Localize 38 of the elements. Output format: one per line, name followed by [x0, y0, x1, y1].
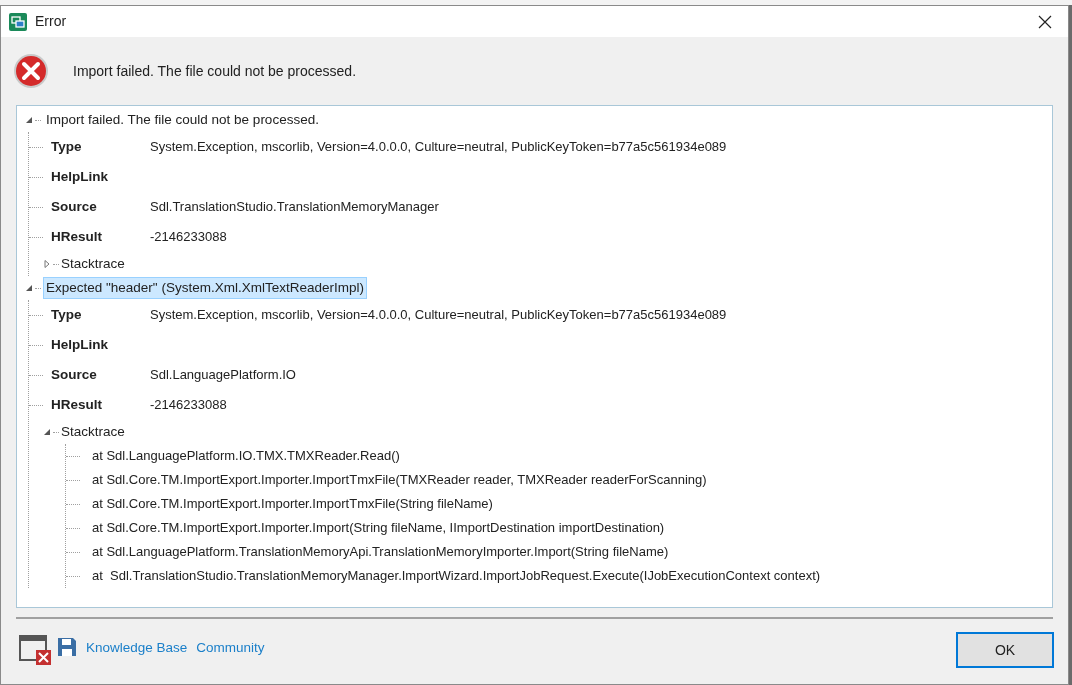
error-icon [13, 53, 49, 89]
stack-frame: at Sdl.TranslationStudio.TranslationMemoryManager.ImportWizard.ImportJobRequest.Execute(IJobExecutionContext context) [92, 566, 821, 586]
property-label: HelpLink [51, 335, 109, 354]
property-value: System.Exception, mscorlib, Version=4.0.0.0, Culture=neutral, PublicKeyToken=b77a5c561934e089 [150, 306, 727, 325]
stack-frame: at Sdl.LanguagePlatform.TranslationMemoryApi.TranslationMemoryImporter.Import(String fileName) [92, 542, 669, 562]
save-icon[interactable] [57, 637, 77, 657]
property-value: Sdl.LanguagePlatform.IO [150, 366, 296, 385]
ok-button[interactable]: OK [956, 632, 1054, 668]
property-value: Sdl.TranslationStudio.TranslationMemoryManager [150, 198, 439, 217]
close-icon[interactable] [1038, 14, 1052, 29]
stack-frame: at Sdl.Core.TM.ImportExport.Importer.Import(String fileName, IImportDestination importDestination) [92, 518, 665, 538]
close-window-icon[interactable] [19, 635, 51, 665]
property-label: Type [51, 305, 83, 324]
property-label: Source [51, 197, 98, 216]
window-title: Error [35, 12, 68, 31]
tree-node[interactable]: Expected "header" (System.Xml.XmlTextReaderImpl) [43, 277, 367, 299]
property-value: System.Exception, mscorlib, Version=4.0.0.0, Culture=neutral, PublicKeyToken=b77a5c561934e089 [150, 138, 727, 157]
collapse-icon[interactable] [25, 116, 33, 124]
error-message: Import failed. The file could not be processed. [73, 61, 356, 81]
property-value: -2146233088 [150, 396, 227, 415]
collapse-icon[interactable] [43, 428, 51, 436]
stack-frame: at Sdl.Core.TM.ImportExport.Importer.ImportTmxFile(TMXReader reader, TMXReader readerForScanning) [92, 470, 707, 490]
property-label: Type [51, 137, 83, 156]
property-label: HResult [51, 395, 103, 414]
property-value: -2146233088 [150, 228, 227, 247]
tree-node[interactable]: Import failed. The file could not be processed. [43, 109, 322, 131]
collapse-icon[interactable] [25, 284, 33, 292]
help-link[interactable]: Knowledge Base [86, 637, 188, 659]
stack-frame: at Sdl.LanguagePlatform.IO.TMX.TMXReader.Read() [92, 446, 400, 466]
expand-icon[interactable] [43, 260, 51, 268]
property-label: HResult [51, 227, 103, 246]
help-link[interactable]: Community [196, 637, 265, 659]
property-label: Source [51, 365, 98, 384]
stack-frame: at Sdl.Core.TM.ImportExport.Importer.ImportTmxFile(String fileName) [92, 494, 493, 514]
property-label: HelpLink [51, 167, 109, 186]
app-icon [9, 12, 27, 31]
tree-node[interactable]: Stacktrace [61, 421, 125, 443]
tree-node[interactable]: Stacktrace [61, 253, 125, 275]
